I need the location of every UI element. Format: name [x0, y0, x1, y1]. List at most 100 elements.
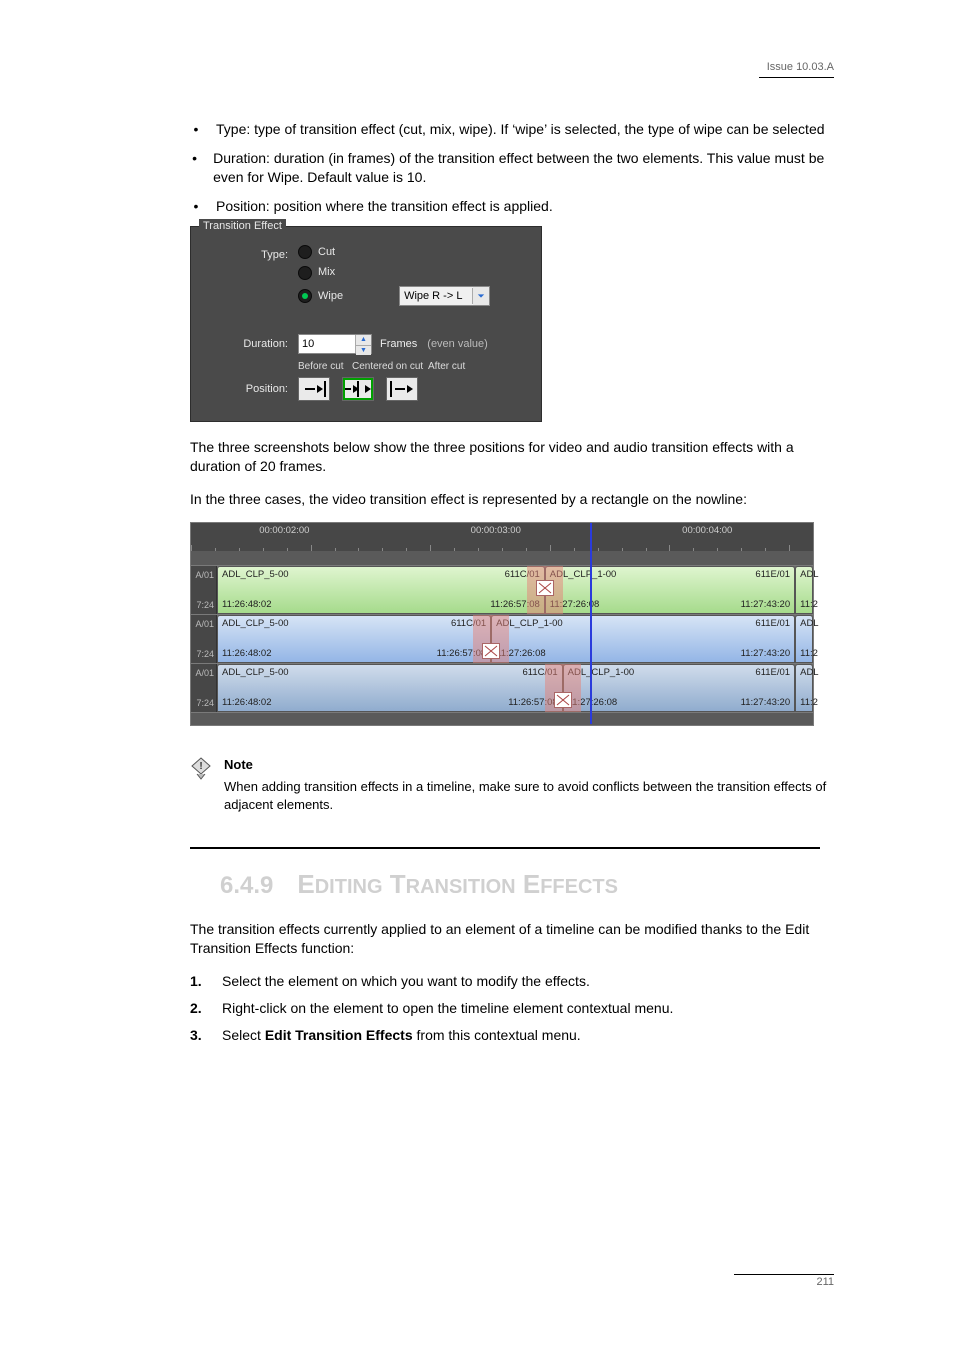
- position-label: Position:: [203, 360, 298, 397]
- track-gutter: A/01 7:24: [191, 615, 217, 663]
- radio-label: Mix: [318, 265, 335, 280]
- clip-tc-in: 11:2: [800, 697, 818, 710]
- clip-sliver[interactable]: ADL11:2: [795, 664, 813, 712]
- radio-icon: [298, 245, 312, 259]
- duration-unit: Frames: [380, 337, 417, 352]
- gutter-bot: 7:24: [193, 697, 214, 709]
- position-after-button[interactable]: [386, 377, 418, 401]
- radio-icon: [298, 266, 312, 280]
- clip-sliver[interactable]: ADL11:2: [795, 566, 813, 614]
- step-text: Select the element on which you want to …: [222, 972, 590, 991]
- transition-effect-region[interactable]: [545, 664, 581, 712]
- wipe-select-value: Wipe R -> L: [404, 289, 462, 304]
- position-before-button[interactable]: [298, 377, 330, 401]
- gutter-bot: 7:24: [193, 599, 214, 611]
- timeline-row: A/01 7:24ADL_CLP_5-00611C/0111:26:48:0211…: [191, 614, 813, 663]
- section-rule: [190, 847, 820, 849]
- panel-legend: Transition Effect: [199, 219, 286, 234]
- clip-name: ADL_CLP_5-00: [222, 569, 289, 582]
- transition-icon: [536, 580, 554, 596]
- clip-right[interactable]: ADL_CLP_1-00611E/0111:27:26:0811:27:43:2…: [491, 615, 795, 663]
- duration-label: Duration:: [203, 334, 298, 352]
- spinner-up-icon[interactable]: ▲: [356, 335, 371, 344]
- clip-tc-in: 11:26:48:02: [222, 697, 271, 710]
- ruler-label: 00:00:02:00: [259, 525, 309, 538]
- note-icon: !: [190, 756, 210, 778]
- radio-wipe[interactable]: Wipe Wipe R -> L: [298, 286, 490, 306]
- clip-left[interactable]: ADL_CLP_5-00611C/0111:26:48:0211:26:57:0…: [217, 664, 563, 712]
- transition-effect-region[interactable]: [527, 566, 563, 614]
- section-paragraph: The transition effects currently applied…: [190, 920, 844, 958]
- track-area[interactable]: ADL_CLP_5-00611C/0111:26:48:0211:26:57:0…: [217, 566, 813, 614]
- clip-name: ADL_CLP_5-00: [222, 667, 289, 680]
- position-centered-button[interactable]: [342, 377, 374, 401]
- gutter-top: A/01: [193, 618, 214, 630]
- clip-sliver[interactable]: ADL11:2: [795, 615, 813, 663]
- clip-tc-out: 11:27:43:20: [741, 648, 790, 661]
- gutter-top: A/01: [193, 667, 214, 679]
- radio-label: Cut: [318, 245, 335, 260]
- note-body: When adding transition effects in a time…: [224, 778, 844, 813]
- transition-effect-panel: Transition Effect Type: Cut Mix: [190, 226, 542, 422]
- duration-value: 10: [299, 337, 355, 352]
- radio-mix[interactable]: Mix: [298, 265, 490, 280]
- playhead[interactable]: [590, 523, 592, 724]
- section-title: EDITING TRANSITION EFFECTS: [297, 867, 618, 902]
- svg-text:!: !: [199, 761, 202, 772]
- bullet-item: • Type: type of transition effect (cut, …: [190, 120, 844, 139]
- duration-spinner[interactable]: 10 ▲ ▼: [298, 334, 372, 354]
- timeline-figure: 00:00:02:00 00:00:03:00 00:00:04:00 A/01…: [190, 522, 814, 726]
- clip-tc-in: 11:2: [800, 599, 818, 612]
- timeline-ruler: 00:00:02:00 00:00:03:00 00:00:04:00: [191, 523, 813, 551]
- bullet-text: Duration: duration (in frames) of the tr…: [213, 149, 844, 187]
- pos-label-after: After cut: [428, 360, 478, 374]
- bullet-text: Position: position where the transition …: [216, 197, 553, 216]
- body-paragraph: In the three cases, the video transition…: [190, 490, 844, 509]
- pos-label-centered: Centered on cut: [352, 360, 428, 374]
- timeline-row: A/01 7:24ADL_CLP_5-00611C/0111:26:48:0211…: [191, 663, 813, 712]
- menu-item-name: Edit Transition Effects: [265, 1027, 413, 1043]
- step-text: Right-click on the element to open the t…: [222, 999, 673, 1018]
- page-header: Issue 10.03.A: [759, 60, 834, 78]
- radio-label: Wipe: [318, 289, 343, 304]
- transition-effect-region[interactable]: [473, 615, 509, 663]
- position-labels: Before cut Centered on cut After cut: [298, 360, 478, 374]
- ruler-label: 00:00:04:00: [682, 525, 732, 538]
- step-number: 3.: [190, 1026, 208, 1045]
- clip-right[interactable]: ADL_CLP_1-00611E/0111:27:26:0811:27:43:2…: [545, 566, 795, 614]
- step-number: 1.: [190, 972, 208, 991]
- page-number: 211: [816, 1276, 834, 1288]
- header-rule: [759, 77, 834, 78]
- issue-label: Issue 10.03.A: [767, 61, 834, 73]
- pos-label-before: Before cut: [298, 360, 352, 374]
- section-heading: 6.4.9 EDITING TRANSITION EFFECTS: [220, 867, 844, 902]
- clip-tc-in: 11:26:48:02: [222, 648, 271, 661]
- track-gutter: A/01 7:24: [191, 664, 217, 712]
- gutter-bot: 7:24: [193, 648, 214, 660]
- clip-right[interactable]: ADL_CLP_1-00611E/0111:27:26:0811:27:43:2…: [563, 664, 795, 712]
- spinner-down-icon[interactable]: ▼: [356, 345, 371, 355]
- step-text: Select Edit Transition Effects from this…: [222, 1026, 581, 1045]
- radio-cut[interactable]: Cut: [298, 245, 490, 260]
- clip-tc-in: 11:2: [800, 648, 818, 661]
- bullet-dot: •: [190, 120, 202, 139]
- transition-icon: [554, 692, 572, 708]
- body-paragraph: The three screenshots below show the thr…: [190, 438, 844, 476]
- bullet-item: • Position: position where the transitio…: [190, 197, 844, 216]
- section-number: 6.4.9: [220, 870, 273, 902]
- track-area[interactable]: ADL_CLP_5-00611C/0111:26:48:0211:26:57:0…: [217, 615, 813, 663]
- clip-id: 611E/01: [755, 569, 790, 582]
- type-label: Type:: [203, 245, 298, 263]
- ruler-label: 00:00:03:00: [471, 525, 521, 538]
- note: ! Note When adding transition effects in…: [190, 756, 844, 813]
- clip-left[interactable]: ADL_CLP_5-00611C/0111:26:48:0211:26:57:0…: [217, 566, 545, 614]
- clip-tc-out: 11:27:43:20: [741, 697, 790, 710]
- note-heading: Note: [224, 757, 253, 772]
- bullet-item: • Duration: duration (in frames) of the …: [190, 149, 844, 187]
- clip-name: ADL: [800, 618, 818, 631]
- bullet-text: Type: type of transition effect (cut, mi…: [216, 120, 825, 139]
- clip-left[interactable]: ADL_CLP_5-00611C/0111:26:48:0211:26:57:0…: [217, 615, 491, 663]
- transition-icon: [482, 643, 500, 659]
- track-area[interactable]: ADL_CLP_5-00611C/0111:26:48:0211:26:57:0…: [217, 664, 813, 712]
- wipe-type-select[interactable]: Wipe R -> L: [399, 286, 490, 306]
